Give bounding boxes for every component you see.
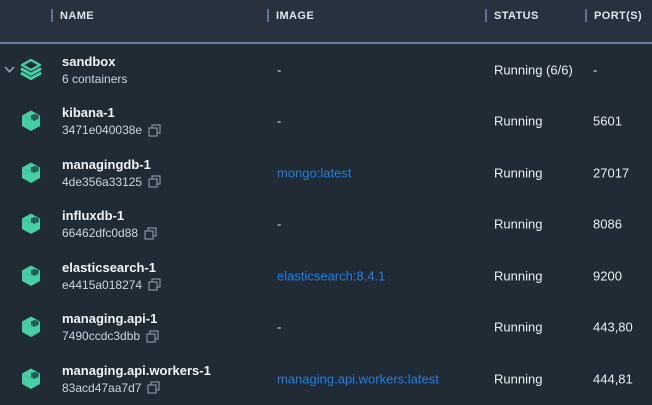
container-subline: 6 containers	[62, 72, 127, 86]
copy-icon[interactable]	[148, 278, 161, 291]
column-header-ports: PORT(S)	[585, 9, 642, 22]
container-icon	[19, 109, 43, 133]
container-status: Running	[494, 114, 542, 129]
name-cell: elasticsearch-1 e4415a018274	[62, 260, 161, 292]
container-row[interactable]: influxdb-1 66462dfc0d88 - Running 8086	[0, 199, 652, 251]
stack-icon	[19, 58, 43, 82]
container-name: kibana-1	[62, 105, 161, 120]
column-divider	[51, 9, 53, 22]
column-divider	[585, 9, 587, 22]
table-header: NAME IMAGE STATUS PORT(S)	[0, 0, 652, 44]
copy-icon[interactable]	[148, 124, 161, 137]
name-cell: managingdb-1 4de356a33125	[62, 157, 161, 189]
container-id: 4de356a33125	[62, 175, 142, 189]
image-link[interactable]: managing.api.workers:latest	[277, 371, 439, 386]
container-id: 3471e040038e	[62, 123, 142, 137]
container-status: Running	[494, 320, 542, 335]
containers-list: sandbox 6 containers - Running (6/6) - k…	[0, 44, 652, 405]
container-icon	[19, 161, 43, 185]
container-subline: 4de356a33125	[62, 175, 161, 189]
container-row[interactable]: managing.api.workers-1 83acd47aa7d7 mana…	[0, 353, 652, 405]
container-icon	[19, 315, 43, 339]
image-link[interactable]: elasticsearch:8.4.1	[277, 268, 385, 283]
container-name: sandbox	[62, 54, 127, 69]
copy-icon[interactable]	[146, 330, 159, 343]
container-row[interactable]: managingdb-1 4de356a33125 mongo:latest R…	[0, 147, 652, 199]
name-cell: sandbox 6 containers	[62, 54, 127, 86]
container-status: Running	[494, 268, 542, 283]
container-ports: -	[593, 62, 597, 77]
container-image: -	[277, 217, 281, 232]
container-row[interactable]: kibana-1 3471e040038e - Running 5601	[0, 96, 652, 148]
container-id: 6 containers	[62, 72, 127, 86]
container-name: elasticsearch-1	[62, 260, 161, 275]
image-link[interactable]: mongo:latest	[277, 165, 351, 180]
container-status: Running (6/6)	[494, 62, 573, 77]
container-row[interactable]: elasticsearch-1 e4415a018274 elasticsear…	[0, 250, 652, 302]
column-header-status: STATUS	[485, 9, 539, 22]
container-name: managingdb-1	[62, 157, 161, 172]
container-subline: 83acd47aa7d7	[62, 381, 211, 395]
name-cell: managing.api.workers-1 83acd47aa7d7	[62, 363, 211, 395]
container-subline: e4415a018274	[62, 278, 161, 292]
copy-icon[interactable]	[144, 227, 157, 240]
container-name: influxdb-1	[62, 208, 157, 223]
column-header-label: PORT(S)	[594, 10, 642, 22]
container-icon	[19, 367, 43, 391]
container-icon	[19, 264, 43, 288]
chevron-down-icon[interactable]	[4, 66, 15, 74]
column-divider	[485, 9, 487, 22]
container-id: 7490ccdc3dbb	[62, 329, 140, 343]
container-id: 66462dfc0d88	[62, 226, 138, 240]
column-header-name: NAME	[51, 9, 94, 22]
container-status: Running	[494, 165, 542, 180]
container-ports: 5601	[593, 114, 622, 129]
group-row[interactable]: sandbox 6 containers - Running (6/6) -	[0, 44, 652, 96]
name-cell: kibana-1 3471e040038e	[62, 105, 161, 137]
container-subline: 7490ccdc3dbb	[62, 329, 159, 343]
container-image: -	[277, 320, 281, 335]
column-header-label: IMAGE	[276, 10, 314, 22]
name-cell: influxdb-1 66462dfc0d88	[62, 208, 157, 240]
container-ports: 443,80	[593, 320, 633, 335]
container-name: managing.api-1	[62, 311, 159, 326]
container-image: -	[277, 62, 281, 77]
copy-icon[interactable]	[148, 175, 161, 188]
container-subline: 3471e040038e	[62, 123, 161, 137]
container-ports: 8086	[593, 217, 622, 232]
container-name: managing.api.workers-1	[62, 363, 211, 378]
container-status: Running	[494, 217, 542, 232]
container-icon	[19, 212, 43, 236]
containers-table: NAME IMAGE STATUS PORT(S)	[0, 0, 652, 405]
container-subline: 66462dfc0d88	[62, 226, 157, 240]
column-header-label: NAME	[60, 10, 94, 22]
container-image: -	[277, 114, 281, 129]
container-ports: 9200	[593, 268, 622, 283]
container-id: 83acd47aa7d7	[62, 381, 141, 395]
container-ports: 27017	[593, 165, 629, 180]
column-header-image: IMAGE	[267, 9, 314, 22]
name-cell: managing.api-1 7490ccdc3dbb	[62, 311, 159, 343]
container-id: e4415a018274	[62, 278, 142, 292]
column-header-label: STATUS	[494, 10, 539, 22]
copy-icon[interactable]	[147, 381, 160, 394]
container-row[interactable]: managing.api-1 7490ccdc3dbb - Running 44…	[0, 302, 652, 354]
container-ports: 444,81	[593, 371, 633, 386]
container-status: Running	[494, 371, 542, 386]
column-divider	[267, 9, 269, 22]
